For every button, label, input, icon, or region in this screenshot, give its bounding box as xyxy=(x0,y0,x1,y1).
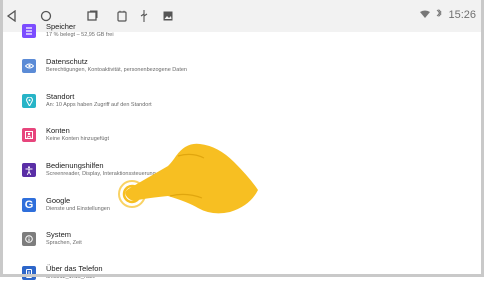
tap-pointer-hand-icon xyxy=(118,143,258,214)
settings-item-privacy[interactable]: Datenschutz Berechtigungen, Kontoaktivit… xyxy=(18,55,458,89)
system-title: System xyxy=(46,230,72,239)
system-icon xyxy=(22,232,36,246)
settings-item-location[interactable]: Standort An: 10 Apps haben Zugriff auf d… xyxy=(18,90,458,124)
wifi-icon xyxy=(420,9,431,21)
system-subtitle: Sprachen, Zeit xyxy=(46,240,82,246)
accounts-title: Konten xyxy=(46,126,70,135)
about-phone-title: Über das Telefon xyxy=(46,264,103,273)
about-phone-icon xyxy=(22,266,36,280)
privacy-icon xyxy=(22,59,36,73)
location-icon xyxy=(22,94,36,108)
storage-icon xyxy=(22,24,36,38)
settings-item-about-phone[interactable]: Über das Telefon ums512_1h10_Natv xyxy=(18,262,458,296)
location-subtitle: An: 10 Apps haben Zugriff auf den Stando… xyxy=(46,102,152,108)
location-title: Standort xyxy=(46,92,75,101)
settings-item-storage[interactable]: Speicher 17 % belegt – 52,95 GB frei xyxy=(18,20,458,54)
storage-title: Speicher xyxy=(46,22,76,31)
privacy-title: Datenschutz xyxy=(46,57,88,66)
google-title: Google xyxy=(46,196,71,205)
storage-subtitle: 17 % belegt – 52,95 GB frei xyxy=(46,32,114,38)
accessibility-title: Bedienungshilfen xyxy=(46,161,104,170)
settings-item-system[interactable]: System Sprachen, Zeit xyxy=(18,228,458,262)
privacy-subtitle: Berechtigungen, Kontoaktivität, personen… xyxy=(46,67,187,73)
accounts-icon xyxy=(22,128,36,142)
accessibility-icon xyxy=(22,163,36,177)
accounts-subtitle: Keine Konten hinzugefügt xyxy=(46,136,109,142)
clock-time: 15:26 xyxy=(448,8,476,21)
about-phone-subtitle: ums512_1h10_Natv xyxy=(46,274,96,280)
google-icon: G xyxy=(22,198,36,212)
google-subtitle: Dienste und Einstellungen xyxy=(46,206,110,212)
